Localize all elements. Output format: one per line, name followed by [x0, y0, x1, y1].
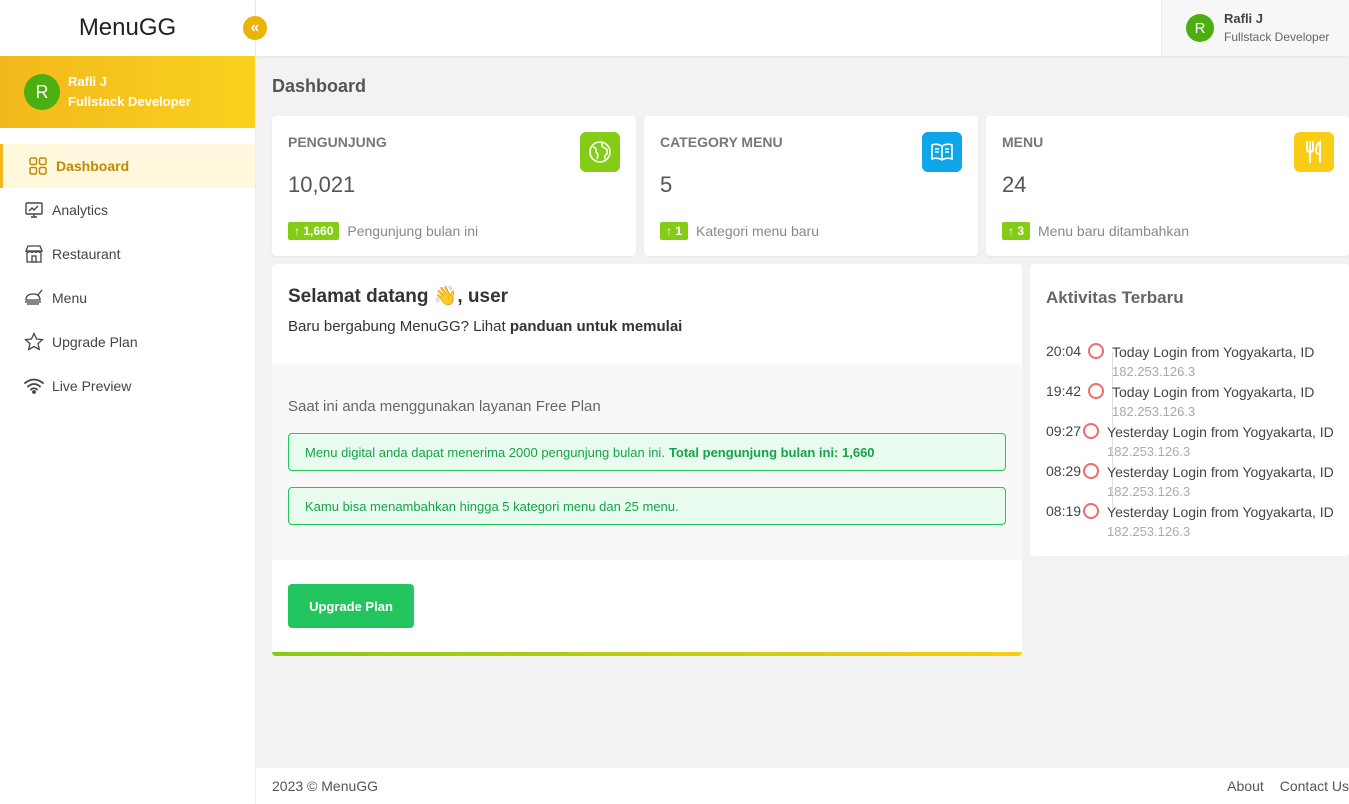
- activity-time: 19:42: [1046, 383, 1082, 399]
- globe-icon: [580, 132, 620, 172]
- brand-name: MenuGG: [78, 14, 177, 41]
- stat-value: 24: [1002, 172, 1027, 197]
- stat-badge: ↑ 1: [660, 222, 689, 240]
- timeline-dot-icon: [1088, 343, 1104, 359]
- double-chevron-left-icon: «: [250, 19, 260, 36]
- sidebar-item-restaurant[interactable]: Restaurant: [0, 232, 255, 276]
- welcome-title: Selamat datang 👋, user: [288, 286, 509, 307]
- activity-ip: 182.253.126.3: [1112, 364, 1196, 379]
- collapse-sidebar-button[interactable]: «: [243, 16, 267, 40]
- activity-item: 08:19 Yesterday Login from Yogyakarta, I…: [1046, 502, 1334, 542]
- profile-role: Fullstack Developer: [68, 94, 191, 109]
- food-icon: [24, 288, 44, 308]
- upgrade-plan-button[interactable]: Upgrade Plan: [288, 584, 414, 628]
- stat-note: Pengunjung bulan ini: [347, 223, 479, 239]
- avatar: R: [24, 74, 60, 110]
- activity-timeline: 20:04 Today Login from Yogyakarta, ID 18…: [1046, 342, 1334, 542]
- activity-time: 08:29: [1046, 463, 1082, 479]
- sidebar-item-dashboard[interactable]: Dashboard: [0, 144, 255, 188]
- stat-note: Kategori menu baru: [696, 223, 819, 239]
- footer-copyright: 2023 © MenuGG: [272, 778, 379, 794]
- activity-item: 09:27 Yesterday Login from Yogyakarta, I…: [1046, 422, 1334, 462]
- sidebar-item-menu[interactable]: Menu: [0, 276, 255, 320]
- sidebar-item-analytics[interactable]: Analytics: [0, 188, 255, 232]
- star-icon: [24, 332, 44, 352]
- monitor-chart-icon: [24, 200, 44, 220]
- stat-label: CATEGORY MENU: [660, 134, 783, 150]
- stat-card-category-menu: CATEGORY MENU 5 ↑ 1 Kategori menu baru: [644, 116, 978, 256]
- user-name: Rafli J: [1224, 11, 1264, 26]
- activity-text: Today Login from Yogyakarta, ID: [1112, 384, 1315, 400]
- activity-ip: 182.253.126.3: [1107, 484, 1191, 499]
- alert-text: Kamu bisa menambahkan hingga 5 kategori …: [305, 498, 679, 514]
- activity-time: 08:19: [1046, 503, 1082, 519]
- activity-card: Aktivitas Terbaru 20:04 Today Login from…: [1030, 264, 1349, 556]
- stat-value: 5: [660, 172, 673, 197]
- activity-ip: 182.253.126.3: [1107, 444, 1191, 459]
- sidebar-nav: Dashboard Analytics Restaurant Menu Upgr…: [0, 144, 255, 408]
- timeline-dot-icon: [1083, 423, 1100, 439]
- stat-card-menu: MENU 24 ↑ 3 Menu baru ditambahkan: [986, 116, 1349, 256]
- page-title: Dashboard: [272, 76, 367, 96]
- user-menu[interactable]: R Rafli J Fullstack Developer: [1161, 0, 1349, 56]
- stat-value: 10,021: [288, 172, 356, 197]
- plan-text: Saat ini anda menggunakan layanan Free P…: [288, 398, 601, 415]
- alert-text: Menu digital anda dapat menerima 2000 pe…: [305, 444, 665, 460]
- avatar: R: [1186, 14, 1214, 42]
- timeline-dot-icon: [1088, 383, 1104, 399]
- activity-time: 09:27: [1046, 423, 1082, 439]
- activity-text: Today Login from Yogyakarta, ID: [1112, 344, 1315, 360]
- footer: 2023 © MenuGG About Contact Us: [256, 768, 1349, 804]
- sidebar-profile-card: R Rafli J Fullstack Developer: [0, 56, 255, 128]
- menu-limit-alert: Kamu bisa menambahkan hingga 5 kategori …: [288, 487, 1006, 525]
- card-accent-bar: [272, 652, 1022, 656]
- sidebar-item-label: Menu: [52, 290, 88, 306]
- sidebar-item-label: Dashboard: [56, 158, 130, 174]
- activity-text: Yesterday Login from Yogyakarta, ID: [1107, 504, 1334, 520]
- sidebar: MenuGG « R Rafli J Fullstack Developer D…: [0, 0, 267, 804]
- store-icon: [24, 244, 44, 264]
- stat-label: PENGUNJUNG: [288, 134, 387, 150]
- stat-note: Menu baru ditambahkan: [1038, 223, 1190, 239]
- stat-badge: ↑ 1,660: [288, 222, 340, 240]
- profile-name: Rafli J: [68, 74, 108, 89]
- welcome-subtitle-text: Baru bergabung MenuGG? Lihat: [288, 318, 510, 335]
- activity-ip: 182.253.126.3: [1112, 404, 1196, 419]
- stat-label: MENU: [1002, 134, 1044, 150]
- stat-card-pengunjung: PENGUNJUNG 10,021 ↑ 1,660 Pengunjung bul…: [272, 116, 636, 256]
- sidebar-item-label: Upgrade Plan: [52, 334, 138, 350]
- welcome-card: Selamat datang 👋, user Baru bergabung Me…: [272, 264, 1022, 656]
- activity-item: 08:29 Yesterday Login from Yogyakarta, I…: [1046, 462, 1334, 502]
- activity-item: 19:42 Today Login from Yogyakarta, ID 18…: [1046, 382, 1333, 422]
- sidebar-item-label: Live Preview: [52, 378, 132, 394]
- sidebar-item-upgrade-plan[interactable]: Upgrade Plan: [0, 320, 255, 364]
- sidebar-item-label: Restaurant: [52, 246, 121, 262]
- sidebar-item-live-preview[interactable]: Live Preview: [0, 364, 255, 408]
- activity-time: 20:04: [1046, 343, 1082, 359]
- welcome-subtitle: Baru bergabung MenuGG? Lihat panduan unt…: [288, 318, 1006, 335]
- timeline-dot-icon: [1083, 503, 1100, 519]
- footer-link-contact[interactable]: Contact Us: [1280, 778, 1349, 794]
- topbar: R Rafli J Fullstack Developer: [256, 0, 1349, 56]
- footer-link-about[interactable]: About: [1227, 778, 1264, 794]
- stat-badge: ↑ 3: [1002, 222, 1031, 240]
- timeline-dot-icon: [1083, 463, 1100, 479]
- activity-text: Yesterday Login from Yogyakarta, ID: [1107, 424, 1334, 440]
- grid-icon: [28, 156, 48, 176]
- getting-started-link[interactable]: panduan untuk memulai: [510, 318, 683, 335]
- brand-logo[interactable]: MenuGG «: [0, 0, 267, 56]
- visitor-limit-alert: Menu digital anda dapat menerima 2000 pe…: [288, 433, 1006, 471]
- sidebar-item-label: Analytics: [52, 202, 109, 218]
- activity-title: Aktivitas Terbaru: [1046, 288, 1184, 307]
- activity-text: Yesterday Login from Yogyakarta, ID: [1107, 464, 1334, 480]
- user-role: Fullstack Developer: [1224, 30, 1330, 44]
- book-icon: [922, 132, 962, 172]
- utensils-icon: [1294, 132, 1334, 172]
- wifi-icon: [24, 376, 44, 396]
- alert-bold-text: Total pengunjung bulan ini: 1,660: [668, 444, 875, 460]
- activity-ip: 182.253.126.3: [1107, 524, 1191, 539]
- activity-item: 20:04 Today Login from Yogyakarta, ID 18…: [1046, 342, 1333, 382]
- plan-info-section: Saat ini anda menggunakan layanan Free P…: [272, 364, 1022, 560]
